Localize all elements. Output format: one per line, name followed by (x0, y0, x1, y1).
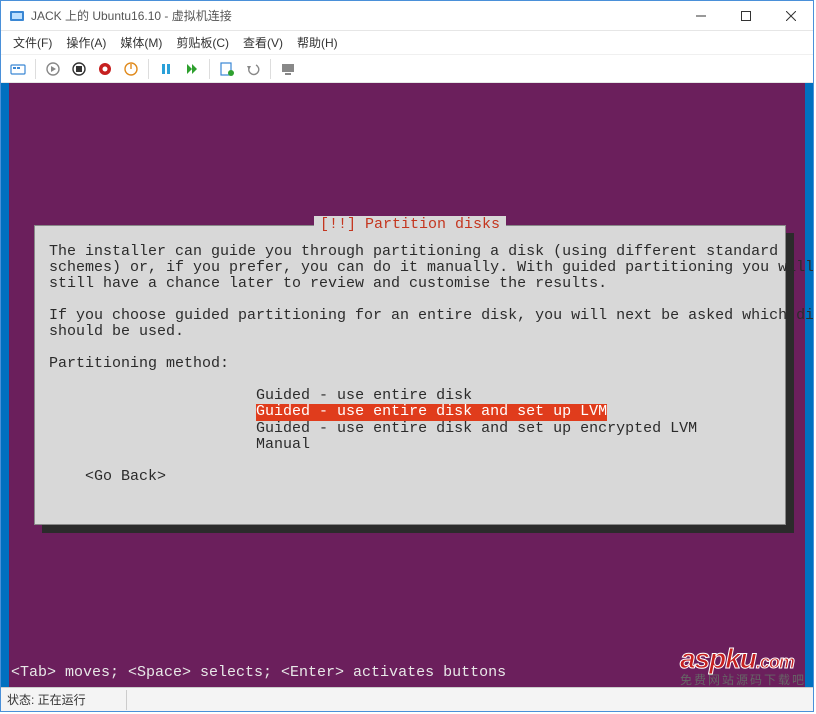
dialog-paragraph-2: If you choose guided partitioning for an… (49, 307, 813, 340)
save-button[interactable] (120, 58, 142, 80)
go-back-button[interactable]: <Go Back> (85, 469, 166, 485)
dialog-title-wrap: [!!] Partition disks (35, 217, 785, 233)
checkpoint-button[interactable] (216, 58, 238, 80)
vm-screen[interactable]: [!!] Partition disks The installer can g… (9, 83, 805, 687)
window-title: JACK 上的 Ubuntu16.10 - 虚拟机连接 (31, 7, 678, 24)
partition-dialog: [!!] Partition disks The installer can g… (34, 225, 786, 525)
toolbar-separator (209, 59, 210, 79)
option-guided-lvm[interactable]: Guided - use entire disk and set up LVM (256, 404, 607, 420)
revert-button[interactable] (242, 58, 264, 80)
menubar: 文件(F) 操作(A) 媒体(M) 剪贴板(C) 查看(V) 帮助(H) (1, 31, 813, 55)
window-controls (678, 1, 813, 30)
dialog-title: [!!] Partition disks (314, 216, 506, 233)
close-button[interactable] (768, 1, 813, 30)
dialog-paragraph-1: The installer can guide you through part… (49, 243, 813, 292)
menu-action[interactable]: 操作(A) (60, 32, 112, 53)
watermark: aspku.com 免费网站源码下载吧 (680, 643, 806, 688)
option-manual[interactable]: Manual (256, 437, 310, 453)
dialog-body: The installer can guide you through part… (49, 244, 771, 485)
enhanced-session-button[interactable] (277, 58, 299, 80)
vm-display-area: [!!] Partition disks The installer can g… (1, 83, 813, 687)
app-window: JACK 上的 Ubuntu16.10 - 虚拟机连接 文件(F) 操作(A) … (0, 0, 814, 712)
ctrl-alt-del-button[interactable] (7, 58, 29, 80)
menu-media[interactable]: 媒体(M) (114, 32, 168, 53)
statusbar: 状态: 正在运行 (1, 687, 813, 711)
dialog-prompt: Partitioning method: (49, 355, 229, 372)
menu-help[interactable]: 帮助(H) (291, 32, 344, 53)
watermark-brand: aspku (680, 643, 756, 674)
titlebar: JACK 上的 Ubuntu16.10 - 虚拟机连接 (1, 1, 813, 31)
status-text: 状态: 正在运行 (7, 691, 86, 708)
reset-button[interactable] (181, 58, 203, 80)
toolbar-separator (148, 59, 149, 79)
turnoff-button[interactable] (68, 58, 90, 80)
menu-view[interactable]: 查看(V) (237, 32, 289, 53)
shutdown-button[interactable] (94, 58, 116, 80)
toolbar-separator (270, 59, 271, 79)
menu-file[interactable]: 文件(F) (7, 32, 58, 53)
status-separator (126, 690, 127, 710)
menu-clipboard[interactable]: 剪贴板(C) (170, 32, 235, 53)
option-guided-encrypted-lvm[interactable]: Guided - use entire disk and set up encr… (256, 421, 697, 437)
start-button[interactable] (42, 58, 64, 80)
toolbar (1, 55, 813, 83)
keyboard-hint: <Tab> moves; <Space> selects; <Enter> ac… (9, 664, 506, 681)
pause-button[interactable] (155, 58, 177, 80)
watermark-domain: .com (756, 652, 794, 672)
option-guided-entire[interactable]: Guided - use entire disk (256, 388, 472, 404)
maximize-button[interactable] (723, 1, 768, 30)
watermark-sub: 免费网站源码下载吧 (680, 671, 806, 688)
app-icon (9, 8, 25, 24)
minimize-button[interactable] (678, 1, 723, 30)
toolbar-separator (35, 59, 36, 79)
